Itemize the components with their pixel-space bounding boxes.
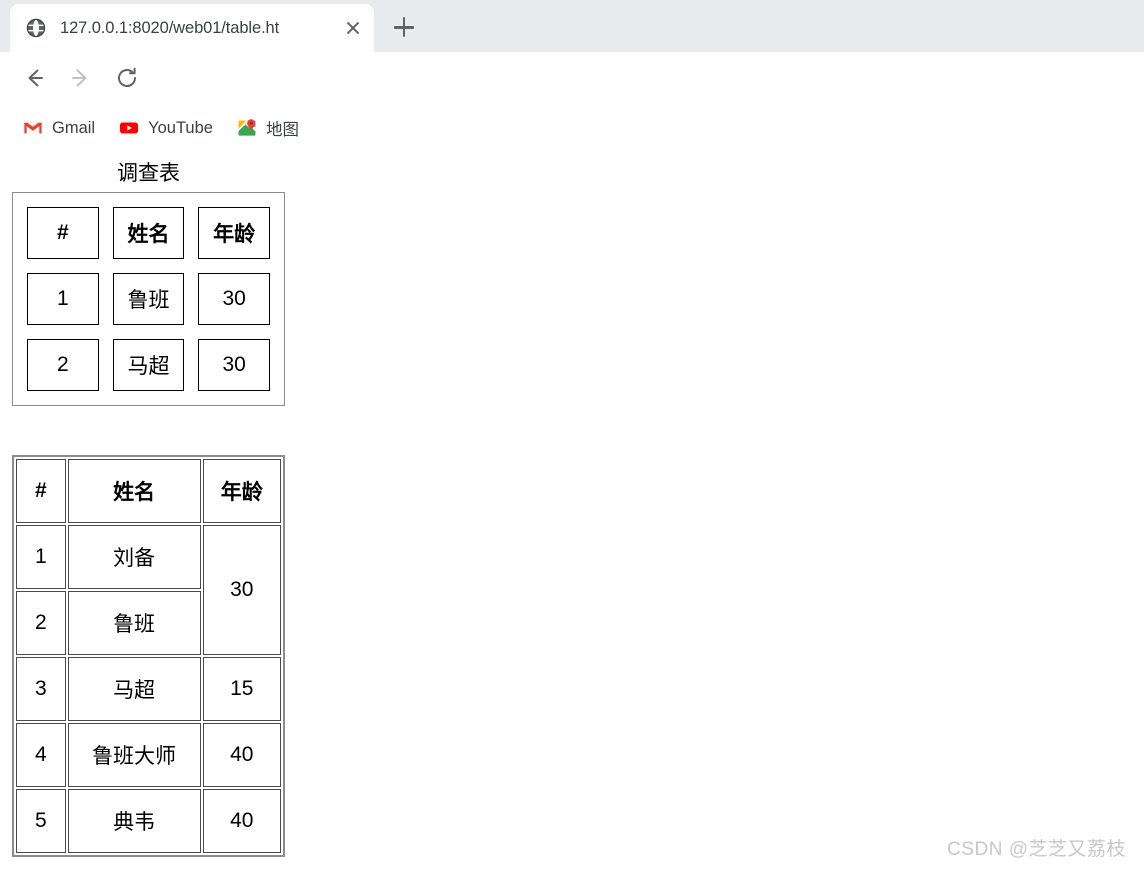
page-content: 调查表 # 姓名 年龄 1 鲁班 30 2 马超 30 # 姓名 年龄 1 刘备… — [0, 152, 1144, 877]
back-arrow-icon[interactable] — [20, 64, 48, 92]
gmail-icon — [23, 118, 43, 138]
tab-strip: 127.0.0.1:8020/web01/table.ht — [0, 0, 1144, 52]
header-cell-age: 年龄 — [202, 459, 281, 523]
cell-age: 30 — [198, 339, 270, 391]
cell-age: 15 — [202, 657, 281, 721]
cell-index: 5 — [16, 789, 66, 853]
google-maps-icon — [237, 118, 257, 138]
cell-index: 3 — [16, 657, 66, 721]
browser-chrome: 127.0.0.1:8020/web01/table.ht Gmail YouT… — [0, 0, 1144, 152]
table-row: 1 刘备 30 — [16, 525, 281, 655]
cell-name: 鲁班大师 — [67, 723, 201, 787]
browser-tab[interactable]: 127.0.0.1:8020/web01/table.ht — [10, 4, 374, 52]
bookmark-youtube[interactable]: YouTube — [110, 113, 222, 143]
bookmark-label: Gmail — [52, 118, 96, 137]
bookmark-gmail[interactable]: Gmail — [14, 113, 104, 143]
cell-name: 典韦 — [67, 789, 201, 853]
table-row: 1 鲁班 30 — [27, 273, 270, 325]
bookmark-maps[interactable]: 地图 — [228, 113, 308, 143]
table-header-row: # 姓名 年龄 — [27, 207, 270, 259]
survey-table-spaced: # 姓名 年龄 1 鲁班 30 2 马超 30 — [12, 192, 285, 406]
cell-age-merged: 30 — [202, 525, 281, 655]
cell-index: 2 — [16, 591, 66, 655]
close-icon[interactable] — [342, 17, 364, 39]
survey-table-merged: # 姓名 年龄 1 刘备 30 2 鲁班 3 马超 15 4 鲁班大师 40 5… — [12, 455, 285, 857]
table-row: 4 鲁班大师 40 — [16, 723, 281, 787]
tab-title: 127.0.0.1:8020/web01/table.ht — [60, 18, 280, 37]
forward-arrow-icon[interactable] — [67, 64, 95, 92]
cell-index: 2 — [27, 339, 99, 391]
header-cell-index: # — [27, 207, 99, 259]
table-header-row: # 姓名 年龄 — [16, 459, 281, 523]
table-row: 5 典韦 40 — [16, 789, 281, 853]
cell-name: 马超 — [112, 339, 185, 391]
cell-name: 刘备 — [67, 525, 201, 589]
table-row: 2 马超 30 — [27, 339, 270, 391]
cell-index: 1 — [16, 525, 66, 589]
reload-icon[interactable] — [113, 64, 141, 92]
header-cell-name: 姓名 — [112, 207, 185, 259]
cell-name: 鲁班 — [112, 273, 185, 325]
bookmarks-bar: Gmail YouTube 地图 — [0, 104, 1144, 152]
cell-name: 马超 — [67, 657, 201, 721]
bookmark-label: YouTube — [148, 118, 213, 137]
cell-age: 30 — [198, 273, 270, 325]
globe-icon — [26, 18, 46, 38]
bookmark-label: 地图 — [265, 121, 299, 139]
cell-name: 鲁班 — [67, 591, 201, 655]
new-tab-button[interactable] — [388, 11, 420, 43]
watermark: CSDN @芝芝又荔枝 — [947, 839, 1126, 860]
cell-age: 40 — [202, 723, 281, 787]
cell-index: 1 — [27, 273, 99, 325]
cell-index: 4 — [16, 723, 66, 787]
youtube-icon — [119, 118, 139, 138]
browser-toolbar: 127.0.0.1:8020/web01/table.html?__hbt=16… — [0, 52, 1144, 148]
cell-age: 40 — [202, 789, 281, 853]
table-row: 3 马超 15 — [16, 657, 281, 721]
table-caption: 调查表 — [117, 162, 180, 185]
header-cell-name: 姓名 — [67, 459, 201, 523]
header-cell-index: # — [16, 459, 66, 523]
header-cell-age: 年龄 — [198, 207, 270, 259]
